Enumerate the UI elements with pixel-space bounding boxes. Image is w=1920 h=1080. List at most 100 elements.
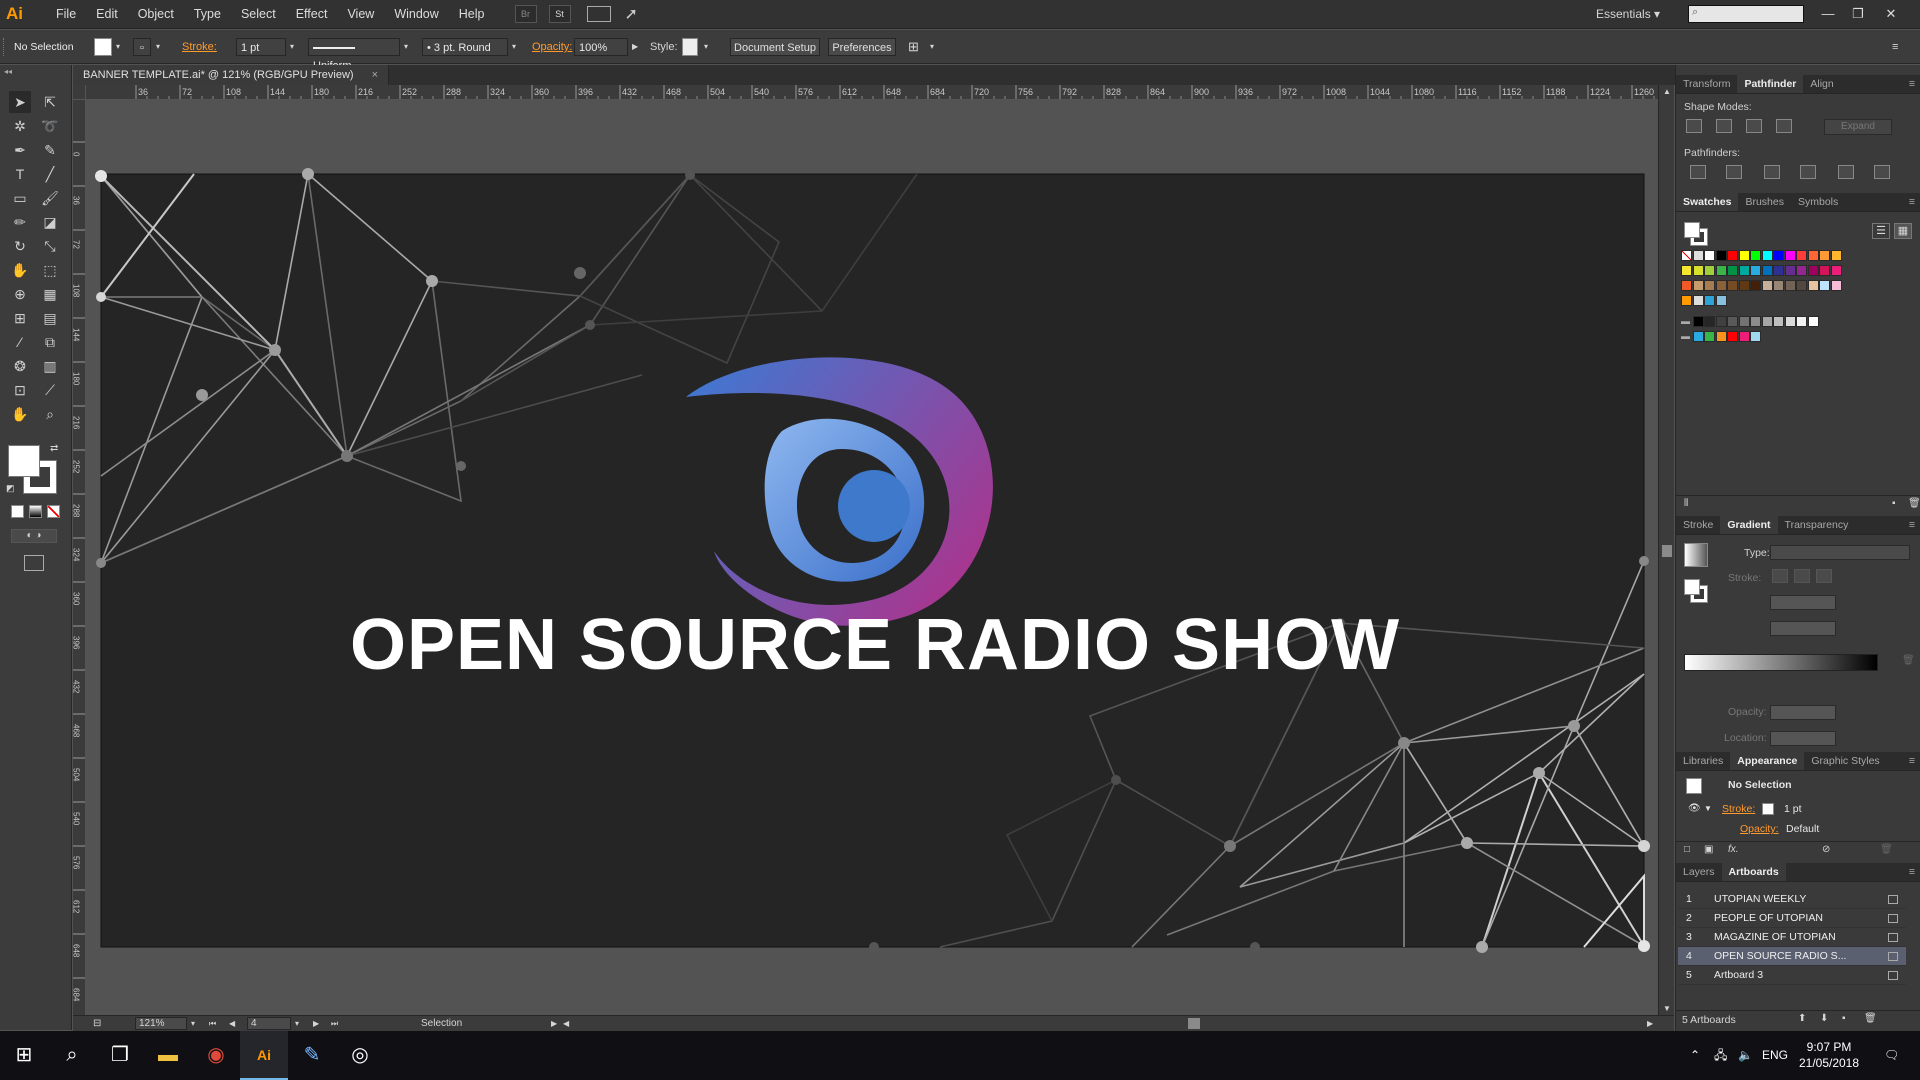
color-swatch[interactable] bbox=[1761, 250, 1773, 261]
shape-builder-tool-icon[interactable]: ⊕ bbox=[9, 283, 31, 305]
appearance-stroke-swatch[interactable] bbox=[1762, 803, 1774, 815]
zoom-level-field[interactable]: 121% bbox=[135, 1017, 187, 1030]
color-swatch[interactable] bbox=[1727, 265, 1738, 276]
color-swatch[interactable] bbox=[1704, 250, 1715, 261]
eyedropper-tool-icon[interactable]: ⁄ bbox=[9, 331, 31, 353]
color-swatch[interactable] bbox=[1773, 280, 1784, 291]
tab-symbols[interactable]: Symbols bbox=[1791, 193, 1845, 211]
scroll-left-icon[interactable]: ◀ bbox=[563, 1016, 569, 1031]
color-swatch[interactable] bbox=[1750, 316, 1761, 327]
color-swatch[interactable] bbox=[1692, 331, 1704, 342]
artboard-row-2[interactable]: 2 PEOPLE OF UTOPIAN bbox=[1678, 909, 1906, 928]
preferences-button[interactable]: Preferences bbox=[828, 38, 896, 56]
panel-menu-icon[interactable]: ≡ bbox=[1909, 863, 1915, 882]
scale-tool-icon[interactable]: ⤡ bbox=[39, 235, 61, 257]
stroke-profile-dropdown-icon[interactable]: ▾ bbox=[404, 38, 408, 56]
fill-swatch[interactable] bbox=[8, 445, 40, 477]
color-swatch[interactable] bbox=[1784, 316, 1796, 327]
color-swatch[interactable] bbox=[1681, 265, 1692, 276]
color-swatch[interactable] bbox=[1773, 250, 1784, 261]
selection-tool-icon[interactable]: ➤ bbox=[9, 91, 31, 113]
color-swatch[interactable] bbox=[1750, 265, 1761, 276]
gradient-thumbnail[interactable] bbox=[1684, 543, 1708, 567]
add-new-fill-icon[interactable]: ▣ bbox=[1704, 844, 1713, 855]
warp-tool-icon[interactable]: ✋ bbox=[9, 259, 31, 281]
obs-app-icon[interactable]: ◎ bbox=[336, 1031, 384, 1080]
color-swatch[interactable] bbox=[1681, 295, 1692, 306]
pencil-tool-icon[interactable]: ✏ bbox=[9, 211, 31, 233]
panel-menu-icon[interactable]: ≡ bbox=[1909, 752, 1915, 771]
artboard-options-icon[interactable] bbox=[1888, 933, 1898, 942]
tray-overflow-icon[interactable]: ⌃ bbox=[1690, 1031, 1700, 1080]
graphic-style-swatch[interactable] bbox=[682, 38, 698, 56]
intersect-icon[interactable] bbox=[1746, 119, 1762, 133]
help-search-input[interactable]: ⌕ bbox=[1688, 5, 1804, 23]
tab-align[interactable]: Align bbox=[1803, 75, 1840, 93]
opacity-label-link[interactable]: Opacity: bbox=[532, 38, 572, 56]
color-swatch[interactable] bbox=[1830, 265, 1842, 276]
color-swatch[interactable] bbox=[1807, 250, 1819, 261]
color-swatch[interactable] bbox=[1738, 250, 1750, 261]
appearance-opacity-label[interactable]: Opacity: bbox=[1740, 819, 1779, 839]
first-artboard-icon[interactable]: ⏮ bbox=[209, 1016, 216, 1031]
menu-window[interactable]: Window bbox=[384, 0, 448, 29]
taskbar-clock[interactable]: 9:07 PM 21/05/2018 bbox=[1796, 1039, 1862, 1071]
zoom-dropdown-icon[interactable]: ▾ bbox=[191, 1016, 195, 1031]
color-swatch[interactable] bbox=[1704, 280, 1715, 291]
color-swatch[interactable] bbox=[1692, 280, 1704, 291]
color-swatch[interactable] bbox=[1692, 295, 1704, 306]
tab-appearance[interactable]: Appearance bbox=[1730, 752, 1805, 770]
gradient-mode-button[interactable] bbox=[29, 505, 42, 518]
panel-menu-icon[interactable]: ≡ bbox=[1909, 516, 1915, 535]
color-swatch[interactable] bbox=[1750, 331, 1761, 342]
delete-item-icon[interactable]: 🗑 bbox=[1880, 844, 1893, 855]
color-swatch[interactable] bbox=[1784, 265, 1796, 276]
gradient-aspect-select[interactable] bbox=[1770, 621, 1836, 636]
swatch-group-folder-icon[interactable]: ▬ bbox=[1681, 316, 1692, 327]
next-artboard-icon[interactable]: ▶ bbox=[313, 1016, 319, 1031]
color-swatch[interactable] bbox=[1761, 316, 1773, 327]
delete-swatch-icon[interactable]: 🗑 bbox=[1908, 498, 1920, 509]
menu-file[interactable]: File bbox=[46, 0, 86, 29]
hand-tool-icon[interactable]: ✋ bbox=[9, 403, 31, 425]
gradient-delete-stop-icon[interactable]: 🗑 bbox=[1902, 655, 1915, 666]
language-indicator[interactable]: ENG bbox=[1762, 1031, 1788, 1080]
trim-icon[interactable] bbox=[1726, 165, 1742, 179]
color-swatch[interactable] bbox=[1830, 250, 1842, 261]
color-swatch[interactable] bbox=[1692, 316, 1704, 327]
add-new-stroke-icon[interactable]: □ bbox=[1684, 844, 1690, 855]
eraser-tool-icon[interactable]: ◪ bbox=[39, 211, 61, 233]
symbol-sprayer-tool-icon[interactable]: ❂ bbox=[9, 355, 31, 377]
tab-brushes[interactable]: Brushes bbox=[1738, 193, 1791, 211]
tab-gradient[interactable]: Gradient bbox=[1720, 516, 1778, 534]
color-swatch[interactable] bbox=[1715, 250, 1727, 261]
line-segment-tool-icon[interactable]: ╱ bbox=[39, 163, 61, 185]
swatch-libraries-icon[interactable]: ⫴ bbox=[1684, 498, 1688, 509]
color-swatch[interactable] bbox=[1704, 265, 1715, 276]
artboard-row-5[interactable]: 5 Artboard 3 bbox=[1678, 966, 1906, 985]
perspective-grid-tool-icon[interactable]: ▦ bbox=[39, 283, 61, 305]
menu-object[interactable]: Object bbox=[128, 0, 184, 29]
expand-button[interactable]: Expand bbox=[1824, 119, 1892, 135]
vertical-scroll-thumb[interactable] bbox=[1662, 545, 1672, 557]
tab-transform[interactable]: Transform bbox=[1676, 75, 1737, 93]
color-swatch[interactable] bbox=[1692, 265, 1704, 276]
chrome-icon[interactable]: ◉ bbox=[192, 1031, 240, 1080]
illustrator-taskbar-icon[interactable]: Ai bbox=[240, 1031, 288, 1080]
add-new-effect-icon[interactable]: fx. bbox=[1728, 844, 1739, 855]
horizontal-scroll-thumb[interactable] bbox=[1188, 1018, 1200, 1029]
pen-tool-icon[interactable]: ✒ bbox=[9, 139, 31, 161]
horizontal-ruler[interactable]: 36 72 108 144 180 216 252 288 324 360 396 432 468 504… bbox=[86, 85, 1658, 100]
delete-artboard-icon[interactable]: 🗑 bbox=[1864, 1013, 1877, 1024]
scroll-right-icon[interactable]: ▶ bbox=[1647, 1016, 1653, 1031]
direct-selection-tool-icon[interactable]: ⇱ bbox=[39, 91, 61, 113]
artboard-nav-icon[interactable]: ⊟ bbox=[93, 1016, 101, 1031]
tab-pathfinder[interactable]: Pathfinder bbox=[1737, 75, 1804, 93]
vertical-ruler[interactable]: 0 36 72 108 144 180 216 252 288 324 360 396 432 468 50… bbox=[73, 100, 86, 1015]
lasso-tool-icon[interactable]: ➰ bbox=[39, 115, 61, 137]
type-tool-icon[interactable]: T bbox=[9, 163, 31, 185]
draw-mode-icon[interactable]: ◐ ◑ bbox=[11, 529, 57, 543]
gradient-stroke-option-3[interactable] bbox=[1816, 569, 1832, 583]
artboard-row-3[interactable]: 3 MAGAZINE OF UTOPIAN bbox=[1678, 928, 1906, 947]
gradient-fill-indicator[interactable] bbox=[1684, 579, 1700, 595]
